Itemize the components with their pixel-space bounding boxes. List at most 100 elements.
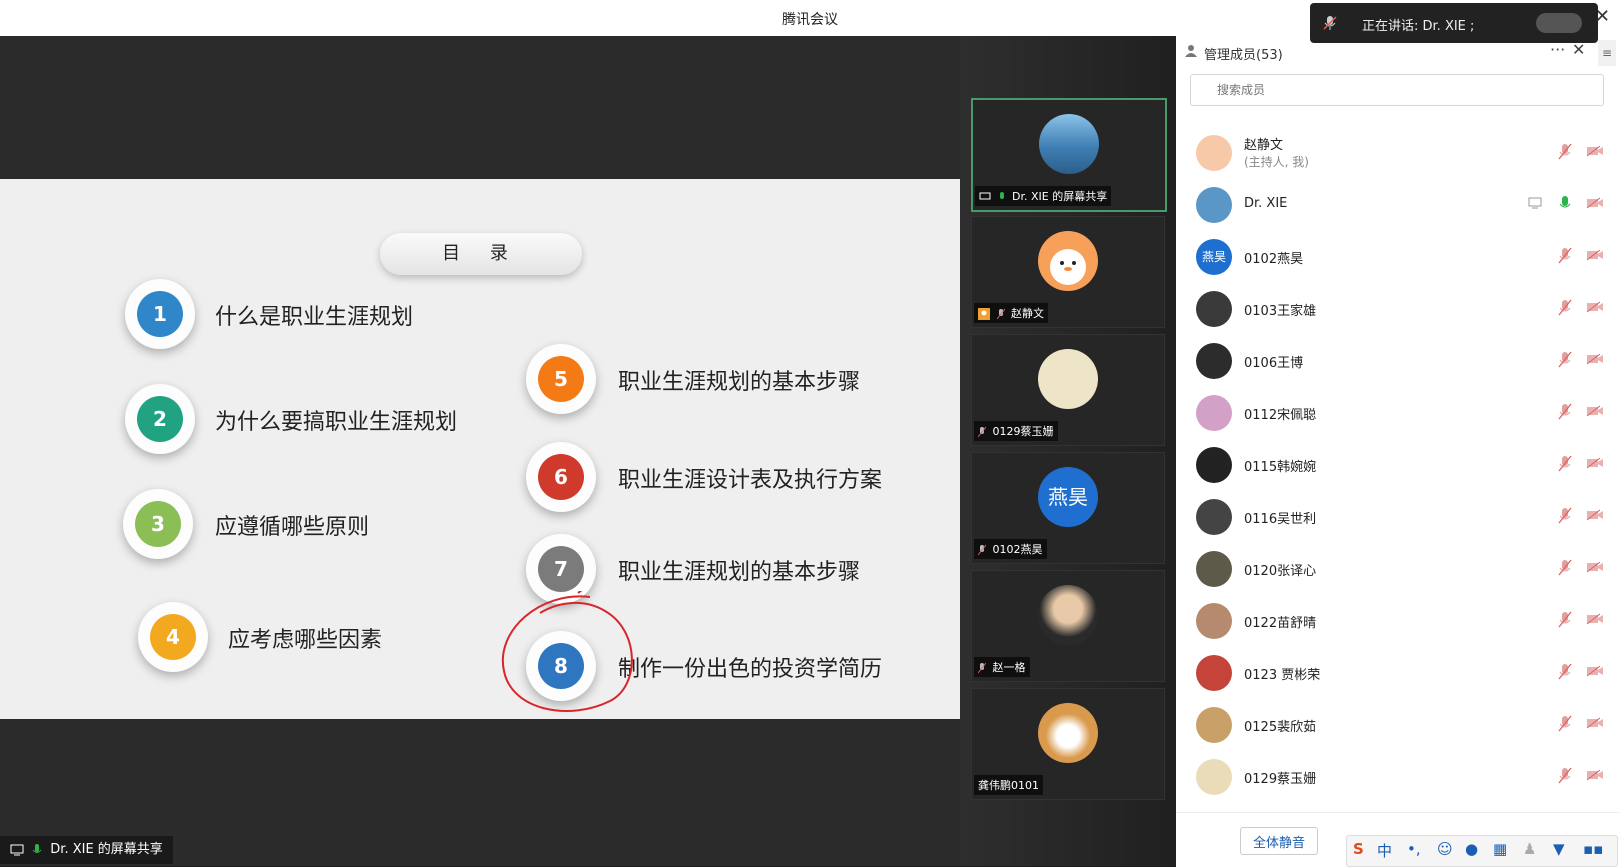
mic-muted-icon[interactable]: [1558, 455, 1572, 473]
video-tile-member[interactable]: 龚伟鹏0101: [971, 688, 1165, 800]
slide: 目 录 1 什么是职业生涯规划 2 为什么要搞职业生涯规划 3 应遵循哪些原则 …: [0, 179, 960, 719]
ime-toolbar: S 中 •, ☺ ● ▦ ♟ ▼ ▪▪: [1346, 835, 1618, 867]
camera-off-icon[interactable]: [1586, 769, 1604, 781]
video-name: 赵静文: [974, 303, 1048, 323]
screen-share-icon: [1528, 197, 1542, 209]
avatar: [1039, 114, 1099, 174]
video-tile-member[interactable]: 燕昊 0102燕昊: [971, 452, 1165, 564]
member-row[interactable]: 赵静文 (主持人, 我): [1176, 127, 1620, 179]
toc-label: 应遵循哪些原则: [215, 515, 370, 540]
screen-share-area[interactable]: 目 录 1 什么是职业生涯规划 2 为什么要搞职业生涯规划 3 应遵循哪些原则 …: [0, 36, 960, 866]
camera-off-icon[interactable]: [1586, 665, 1604, 677]
keyboard-icon[interactable]: ▦: [1493, 840, 1507, 858]
camera-off-icon[interactable]: [1586, 613, 1604, 625]
video-tile-member[interactable]: 0129蔡玉姗: [971, 334, 1165, 446]
member-row[interactable]: 0122苗舒晴: [1176, 595, 1620, 647]
camera-off-icon[interactable]: [1586, 249, 1604, 261]
toc-label: 应考虑哪些因素: [228, 628, 383, 653]
member-avatar: [1196, 135, 1232, 171]
badge-number: 6: [538, 454, 584, 500]
video-tile-host[interactable]: 赵静文: [971, 216, 1165, 328]
mic-on-icon: [999, 192, 1004, 199]
mic-muted-icon: [1323, 16, 1337, 30]
mic-muted-icon[interactable]: [1558, 507, 1572, 525]
mic-muted-icon: [977, 662, 987, 674]
badge-number: 2: [137, 396, 183, 442]
camera-off-icon[interactable]: [1586, 717, 1604, 729]
number-badge: 4: [138, 602, 208, 672]
video-name: Dr. XIE 的屏幕共享: [975, 186, 1112, 206]
member-row[interactable]: 0116吴世利: [1176, 491, 1620, 543]
tools-icon[interactable]: ▪▪: [1583, 840, 1603, 858]
mic-muted-icon[interactable]: [1558, 767, 1572, 785]
member-avatar: [1196, 655, 1232, 691]
video-tile-dr-xie[interactable]: Dr. XIE 的屏幕共享: [971, 98, 1167, 212]
video-tile-member[interactable]: 赵一格: [971, 570, 1165, 682]
member-row[interactable]: 0120张译心: [1176, 543, 1620, 595]
camera-off-icon[interactable]: [1586, 353, 1604, 365]
member-row[interactable]: 0112宋佩聪: [1176, 387, 1620, 439]
camera-off-icon[interactable]: [1586, 405, 1604, 417]
toc-label: 职业生涯设计表及执行方案: [618, 468, 883, 493]
panel-title: 管理成员(53): [1204, 48, 1283, 63]
mic-on-icon[interactable]: [1558, 195, 1572, 213]
member-name: 0125裴欣茹: [1244, 720, 1317, 735]
mic-muted-icon[interactable]: [1558, 715, 1572, 733]
mic-muted-icon[interactable]: [1558, 351, 1572, 369]
member-avatar: [1196, 707, 1232, 743]
member-row[interactable]: 0115韩婉婉: [1176, 439, 1620, 491]
skin-icon[interactable]: ▼: [1553, 840, 1565, 858]
mic-muted-icon[interactable]: [1558, 247, 1572, 265]
camera-off-icon[interactable]: [1586, 457, 1604, 469]
number-badge: 2: [125, 384, 195, 454]
toc-label: 制作一份出色的投资学简历: [618, 657, 883, 682]
mic-muted-icon[interactable]: [1558, 611, 1572, 629]
member-avatar: [1196, 447, 1232, 483]
member-avatar: [1196, 551, 1232, 587]
member-row[interactable]: 0103王家雄: [1176, 283, 1620, 335]
member-row[interactable]: 0129蔡玉姗: [1176, 751, 1620, 803]
toc-label: 为什么要搞职业生涯规划: [215, 410, 458, 435]
member-row[interactable]: 0125裴欣茹: [1176, 699, 1620, 751]
member-row[interactable]: Dr. XIE: [1176, 179, 1620, 231]
camera-off-icon[interactable]: [1586, 145, 1604, 157]
badge-number: 5: [538, 356, 584, 402]
camera-off-icon[interactable]: [1586, 509, 1604, 521]
voice-input-icon[interactable]: ●: [1465, 840, 1478, 858]
member-row[interactable]: 燕昊 0102燕昊: [1176, 231, 1620, 283]
mic-muted-icon: [996, 308, 1005, 320]
camera-off-icon[interactable]: [1586, 197, 1604, 209]
member-row[interactable]: 0106王博: [1176, 335, 1620, 387]
punctuation-icon[interactable]: •,: [1407, 840, 1421, 858]
sogou-logo-icon: S: [1353, 840, 1364, 858]
mic-muted-icon[interactable]: [1558, 663, 1572, 681]
mic-muted-icon[interactable]: [1558, 403, 1572, 421]
panel-footer: 全体静音 S 中 •, ☺ ● ▦ ♟ ▼ ▪▪: [1176, 812, 1620, 867]
search-members-input[interactable]: [1190, 74, 1604, 106]
ime-mode-label[interactable]: 中: [1377, 840, 1392, 861]
avatar-text: 燕昊: [1038, 467, 1098, 527]
user-icon[interactable]: ♟: [1523, 840, 1536, 858]
mic-muted-icon[interactable]: [1558, 559, 1572, 577]
mute-all-button[interactable]: 全体静音: [1240, 827, 1319, 855]
people-icon: [1185, 45, 1197, 57]
mic-muted-icon[interactable]: [1558, 143, 1572, 161]
member-name: 赵静文: [1244, 138, 1284, 153]
member-name: Dr. XIE: [1244, 196, 1288, 211]
camera-off-icon[interactable]: [1586, 561, 1604, 573]
host-icon: [978, 308, 990, 320]
mic-muted-icon[interactable]: [1558, 299, 1572, 317]
member-row[interactable]: 0123 贾彬荣: [1176, 647, 1620, 699]
member-avatar: [1196, 343, 1232, 379]
member-name: 0120张译心: [1244, 564, 1317, 579]
members-panel: 管理成员(53) ··· ✕ ≡ 赵静文(主持人, 我)Dr. XIE燕昊010…: [1176, 36, 1620, 867]
camera-off-icon[interactable]: [1586, 301, 1604, 313]
member-avatar: [1196, 499, 1232, 535]
speaking-text: 正在讲话: Dr. XIE ;: [1362, 19, 1475, 34]
menu-icon[interactable]: ≡: [1598, 40, 1616, 66]
avatar: [1038, 349, 1098, 409]
screen-share-icon: [10, 844, 24, 855]
emoji-icon[interactable]: ☺: [1437, 840, 1453, 858]
red-circle-annotation: [501, 591, 633, 712]
avatar-dog-icon: [1038, 703, 1098, 763]
